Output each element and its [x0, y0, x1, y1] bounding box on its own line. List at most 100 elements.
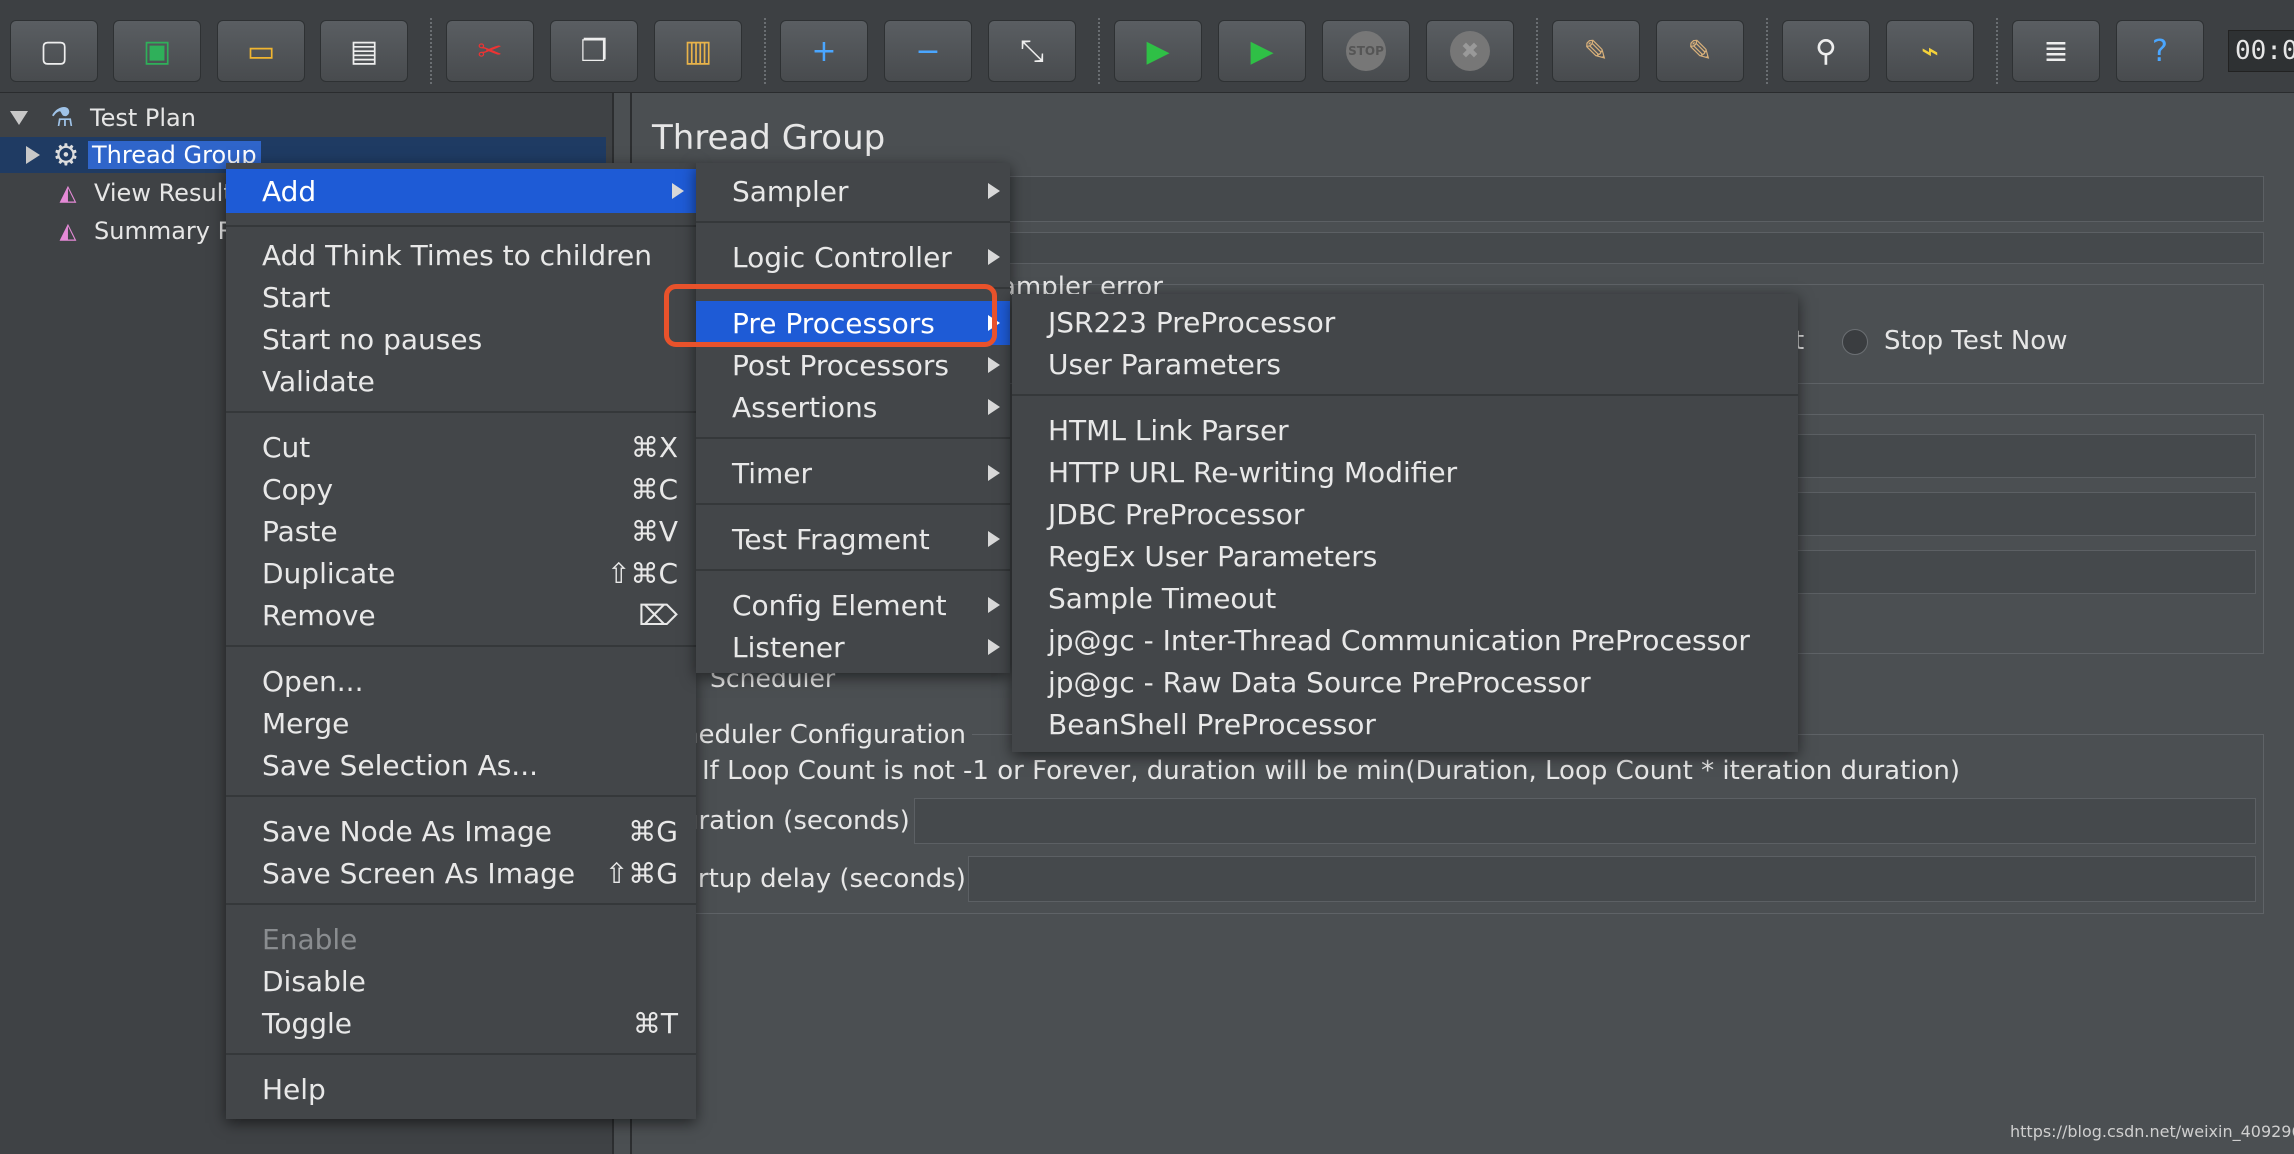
menu-item-user-parameters[interactable]: User Parameters	[1012, 344, 1798, 384]
menu-item-label: Remove	[262, 598, 376, 632]
menu-separator	[226, 411, 696, 413]
menu-item-copy[interactable]: Copy ⌘C	[226, 469, 696, 509]
menu-item-regex-user-parameters[interactable]: RegEx User Parameters	[1012, 536, 1798, 576]
menu-item-label: JDBC PreProcessor	[1048, 497, 1305, 531]
menu-item-html-link-parser[interactable]: HTML Link Parser	[1012, 410, 1798, 450]
menu-item-label: jp@gc - Inter-Thread Communication PrePr…	[1048, 623, 1750, 657]
shutdown-button[interactable]: ✖	[1426, 20, 1514, 82]
menu-item-remove[interactable]: Remove ⌦	[226, 595, 696, 635]
menu-item-jdbc-preprocessor[interactable]: JDBC PreProcessor	[1012, 494, 1798, 534]
menu-item-merge[interactable]: Merge	[226, 703, 696, 743]
stop-icon: STOP	[1346, 31, 1386, 71]
menu-item-shortcut: ⇧⌘G	[604, 856, 678, 890]
name-field[interactable]	[1000, 176, 2264, 222]
menu-separator	[226, 645, 696, 647]
menu-separator	[226, 903, 696, 905]
threads-field[interactable]	[1796, 434, 2256, 478]
menu-item-shortcut: ⌘T	[632, 1006, 678, 1040]
help-button[interactable]: ?	[2116, 20, 2204, 82]
clear-all-button[interactable]: ✎	[1656, 20, 1744, 82]
menu-item-raw-data-source[interactable]: jp@gc - Raw Data Source PreProcessor	[1012, 662, 1798, 702]
menu-item-label: Config Element	[732, 588, 947, 622]
menu-item-label: Assertions	[732, 390, 878, 424]
loop-count-field[interactable]	[1796, 550, 2256, 594]
submenu-arrow-icon	[988, 531, 1000, 547]
menu-item-label: Validate	[262, 364, 375, 398]
stop-button[interactable]: STOP	[1322, 20, 1410, 82]
menu-item-duplicate[interactable]: Duplicate ⇧⌘C	[226, 553, 696, 593]
menu-item-test-fragment[interactable]: Test Fragment	[696, 519, 1010, 559]
menu-item-sampler[interactable]: Sampler	[696, 171, 1010, 211]
menu-item-validate[interactable]: Validate	[226, 361, 696, 401]
collapse-button[interactable]: −	[884, 20, 972, 82]
submenu-arrow-icon	[988, 597, 1000, 613]
function-helper-button[interactable]: ≣	[2012, 20, 2100, 82]
menu-item-shortcut: ⌘G	[628, 814, 678, 848]
tree-item-view-results[interactable]: ◭ View Result	[54, 175, 233, 211]
toolbar-separator	[1996, 18, 1998, 84]
startup-delay-field[interactable]	[968, 856, 2256, 902]
menu-item-timer[interactable]: Timer	[696, 453, 1010, 493]
submenu-arrow-icon	[672, 183, 684, 199]
expand-button[interactable]: +	[780, 20, 868, 82]
stop-test-now-radio[interactable]	[1842, 329, 1868, 355]
menu-item-cut[interactable]: Cut ⌘X	[226, 427, 696, 467]
menu-item-toggle[interactable]: Toggle ⌘T	[226, 1003, 696, 1043]
start-no-pauses-button[interactable]: ▶	[1218, 20, 1306, 82]
menu-item-logic-controller[interactable]: Logic Controller	[696, 237, 1010, 277]
menu-item-config-element[interactable]: Config Element	[696, 585, 1010, 625]
menu-item-help[interactable]: Help	[226, 1069, 696, 1109]
start-no-pauses-icon: ▶	[1250, 33, 1274, 69]
submenu-arrow-icon	[988, 357, 1000, 373]
menu-item-shortcut: ⇧⌘C	[606, 556, 678, 590]
paste-button[interactable]: ▥	[654, 20, 742, 82]
open-button[interactable]: ▭	[217, 20, 305, 82]
menu-item-label: Sampler	[732, 174, 849, 208]
clear-button[interactable]: ✎	[1552, 20, 1640, 82]
copy-button[interactable]: ❐	[550, 20, 638, 82]
save-button[interactable]: ▤	[320, 20, 408, 82]
menu-item-post-processors[interactable]: Post Processors	[696, 345, 1010, 385]
menu-item-save-node-image[interactable]: Save Node As Image ⌘G	[226, 811, 696, 851]
menu-item-add[interactable]: Add	[226, 169, 696, 213]
menu-item-beanshell-preprocessor[interactable]: BeanShell PreProcessor	[1012, 704, 1798, 744]
menu-item-paste[interactable]: Paste ⌘V	[226, 511, 696, 551]
menu-item-start-no-pauses[interactable]: Start no pauses	[226, 319, 696, 359]
search-button[interactable]: ⚲	[1782, 20, 1870, 82]
toggle-button[interactable]: ⤡	[988, 20, 1076, 82]
menu-item-label: HTTP URL Re-writing Modifier	[1048, 455, 1458, 489]
paste-icon: ▥	[683, 33, 713, 69]
menu-item-save-selection[interactable]: Save Selection As...	[226, 745, 696, 785]
start-button[interactable]: ▶	[1114, 20, 1202, 82]
menu-item-assertions[interactable]: Assertions	[696, 387, 1010, 427]
comments-field[interactable]	[1000, 232, 2264, 264]
menu-item-inter-thread-communication[interactable]: jp@gc - Inter-Thread Communication PrePr…	[1012, 620, 1798, 660]
tree-item-test-plan[interactable]: ⚗ Test Plan	[10, 100, 196, 136]
menu-item-label: Disable	[262, 964, 366, 998]
submenu-arrow-icon	[988, 183, 1000, 199]
menu-item-sample-timeout[interactable]: Sample Timeout	[1012, 578, 1798, 618]
reset-search-button[interactable]: ⌁	[1886, 20, 1974, 82]
menu-item-listener[interactable]: Listener	[696, 627, 1010, 667]
menu-item-open[interactable]: Open...	[226, 661, 696, 701]
collapse-arrow-icon[interactable]	[26, 146, 40, 164]
expand-arrow-icon[interactable]	[10, 111, 28, 125]
cut-button[interactable]: ✂	[446, 20, 534, 82]
menu-item-save-screen-image[interactable]: Save Screen As Image ⇧⌘G	[226, 853, 696, 893]
menu-item-add-think-times[interactable]: Add Think Times to children	[226, 235, 696, 275]
startup-delay-label: artup delay (seconds)	[682, 864, 966, 894]
menu-item-label: Logic Controller	[732, 240, 952, 274]
new-button[interactable]: ▢	[10, 20, 98, 82]
menu-item-start[interactable]: Start	[226, 277, 696, 317]
menu-item-http-url-rewriting[interactable]: HTTP URL Re-writing Modifier	[1012, 452, 1798, 492]
menu-item-jsr223-preprocessor[interactable]: JSR223 PreProcessor	[1012, 302, 1798, 342]
toolbar-separator	[1098, 18, 1100, 84]
menu-item-label: Test Fragment	[732, 522, 930, 556]
duration-field[interactable]	[914, 798, 2256, 844]
ramp-up-field[interactable]	[1796, 492, 2256, 536]
menu-item-disable[interactable]: Disable	[226, 961, 696, 1001]
menu-separator	[226, 1053, 696, 1055]
templates-button[interactable]: ▣	[113, 20, 201, 82]
toolbar-separator	[430, 18, 432, 84]
tree-item-summary-report[interactable]: ◭ Summary R	[54, 213, 235, 249]
